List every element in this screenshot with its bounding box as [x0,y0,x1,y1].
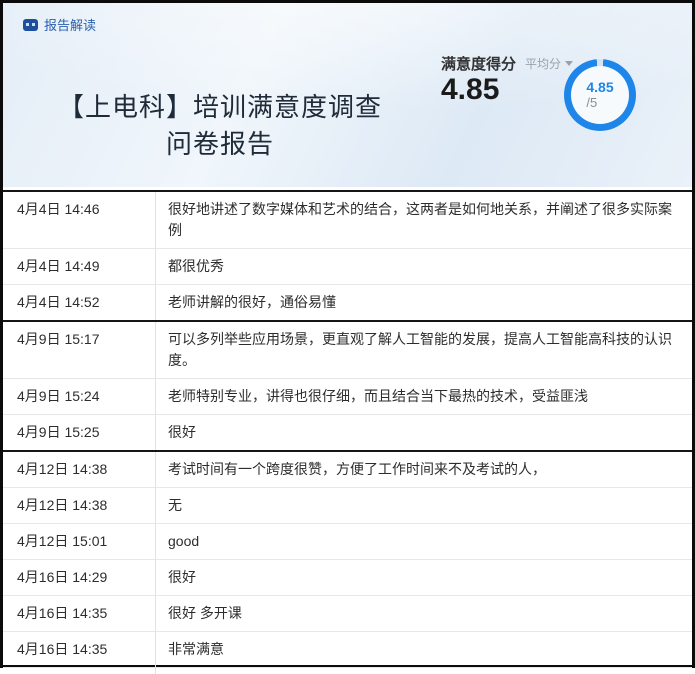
report-page: { "nav": { "label": "报告解读" }, "header": … [0,0,695,668]
table-row: 4月16日 14:29 很好 [3,559,692,595]
caret-down-icon [565,61,573,66]
table-row: 4月9日 15:17 可以多列举些应用场景，更直观了解人工智能的发展，提高人工智… [3,320,692,378]
satisfaction-gauge: 4.85 /5 [564,59,636,131]
title-line-1: 【上电科】培训满意度调查 [3,89,437,126]
gauge-value: 4.85 [586,80,613,95]
nav-report-link[interactable]: 报告解读 [23,15,96,34]
row-time: 4月12日 14:38 [3,488,156,523]
row-time [3,668,156,674]
score-average-dropdown[interactable]: 平均分 [525,55,573,72]
row-comment: 很好 [156,560,692,595]
row-comment: 老师特别专业，讲得也很仔细，而且结合当下最热的技术，受益匪浅 [156,379,692,414]
table-row: 4月9日 15:25 很好 [3,414,692,450]
table-row: 4月4日 14:46 很好地讲述了数字媒体和艺术的结合，这两者是如何地关系，并阐… [3,190,692,248]
table-row: 4月4日 14:49 都很优秀 [3,248,692,284]
row-comment [156,668,692,674]
row-comment: 可以多列举些应用场景，更直观了解人工智能的发展，提高人工智能高科技的认识度。 [156,322,692,378]
row-comment: 很好 多开课 [156,596,692,631]
score-label: 满意度得分 [441,53,516,74]
nav-label: 报告解读 [44,15,96,34]
report-header: 报告解读 【上电科】培训满意度调查 问卷报告 满意度得分 平均分 4.85 4.… [3,3,692,187]
score-mode-label: 平均分 [525,55,561,72]
table-row: 4月9日 15:24 老师特别专业，讲得也很仔细，而且结合当下最热的技术，受益匪… [3,378,692,414]
row-time: 4月4日 14:52 [3,285,156,320]
gauge-max: /5 [586,95,597,110]
comments-table: 4月4日 14:46 很好地讲述了数字媒体和艺术的结合，这两者是如何地关系，并阐… [3,190,692,665]
row-comment: 非常满意 [156,632,692,667]
row-time: 4月4日 14:49 [3,249,156,284]
row-time: 4月12日 15:01 [3,524,156,559]
row-comment: 老师讲解的很好，通俗易懂 [156,285,692,320]
score-section: 满意度得分 平均分 [441,53,573,74]
gauge-text: 4.85 /5 [586,80,613,110]
row-time: 4月9日 15:25 [3,415,156,450]
row-time: 4月16日 14:35 [3,596,156,631]
row-comment: 很好地讲述了数字媒体和艺术的结合，这两者是如何地关系，并阐述了很多实际案例 [156,192,692,248]
row-comment: 很好 [156,415,692,450]
row-time: 4月16日 14:35 [3,632,156,667]
table-row: 4月16日 14:35 非常满意 [3,631,692,667]
page-title: 【上电科】培训满意度调查 问卷报告 [3,89,437,163]
table-row: 4月12日 14:38 无 [3,487,692,523]
row-time: 4月16日 14:29 [3,560,156,595]
row-comment: 考试时间有一个跨度很赞，方便了工作时间来不及考试的人， [156,452,692,487]
row-time: 4月4日 14:46 [3,192,156,248]
title-line-2: 问卷报告 [3,126,437,163]
table-row: 4月4日 14:52 老师讲解的很好，通俗易懂 [3,284,692,320]
table-row: 4月12日 15:01 good [3,523,692,559]
row-comment: 无 [156,488,692,523]
table-row: 4月16日 14:35 很好 多开课 [3,595,692,631]
row-time: 4月9日 15:17 [3,322,156,378]
report-icon [23,19,38,31]
row-comment: 都很优秀 [156,249,692,284]
table-row: 4月12日 14:38 考试时间有一个跨度很赞，方便了工作时间来不及考试的人， [3,450,692,487]
score-value: 4.85 [441,73,499,107]
row-comment: good [156,524,692,559]
bottom-partial-row [3,667,692,674]
gauge-inner: 4.85 /5 [571,66,629,124]
row-time: 4月12日 14:38 [3,452,156,487]
row-time: 4月9日 15:24 [3,379,156,414]
